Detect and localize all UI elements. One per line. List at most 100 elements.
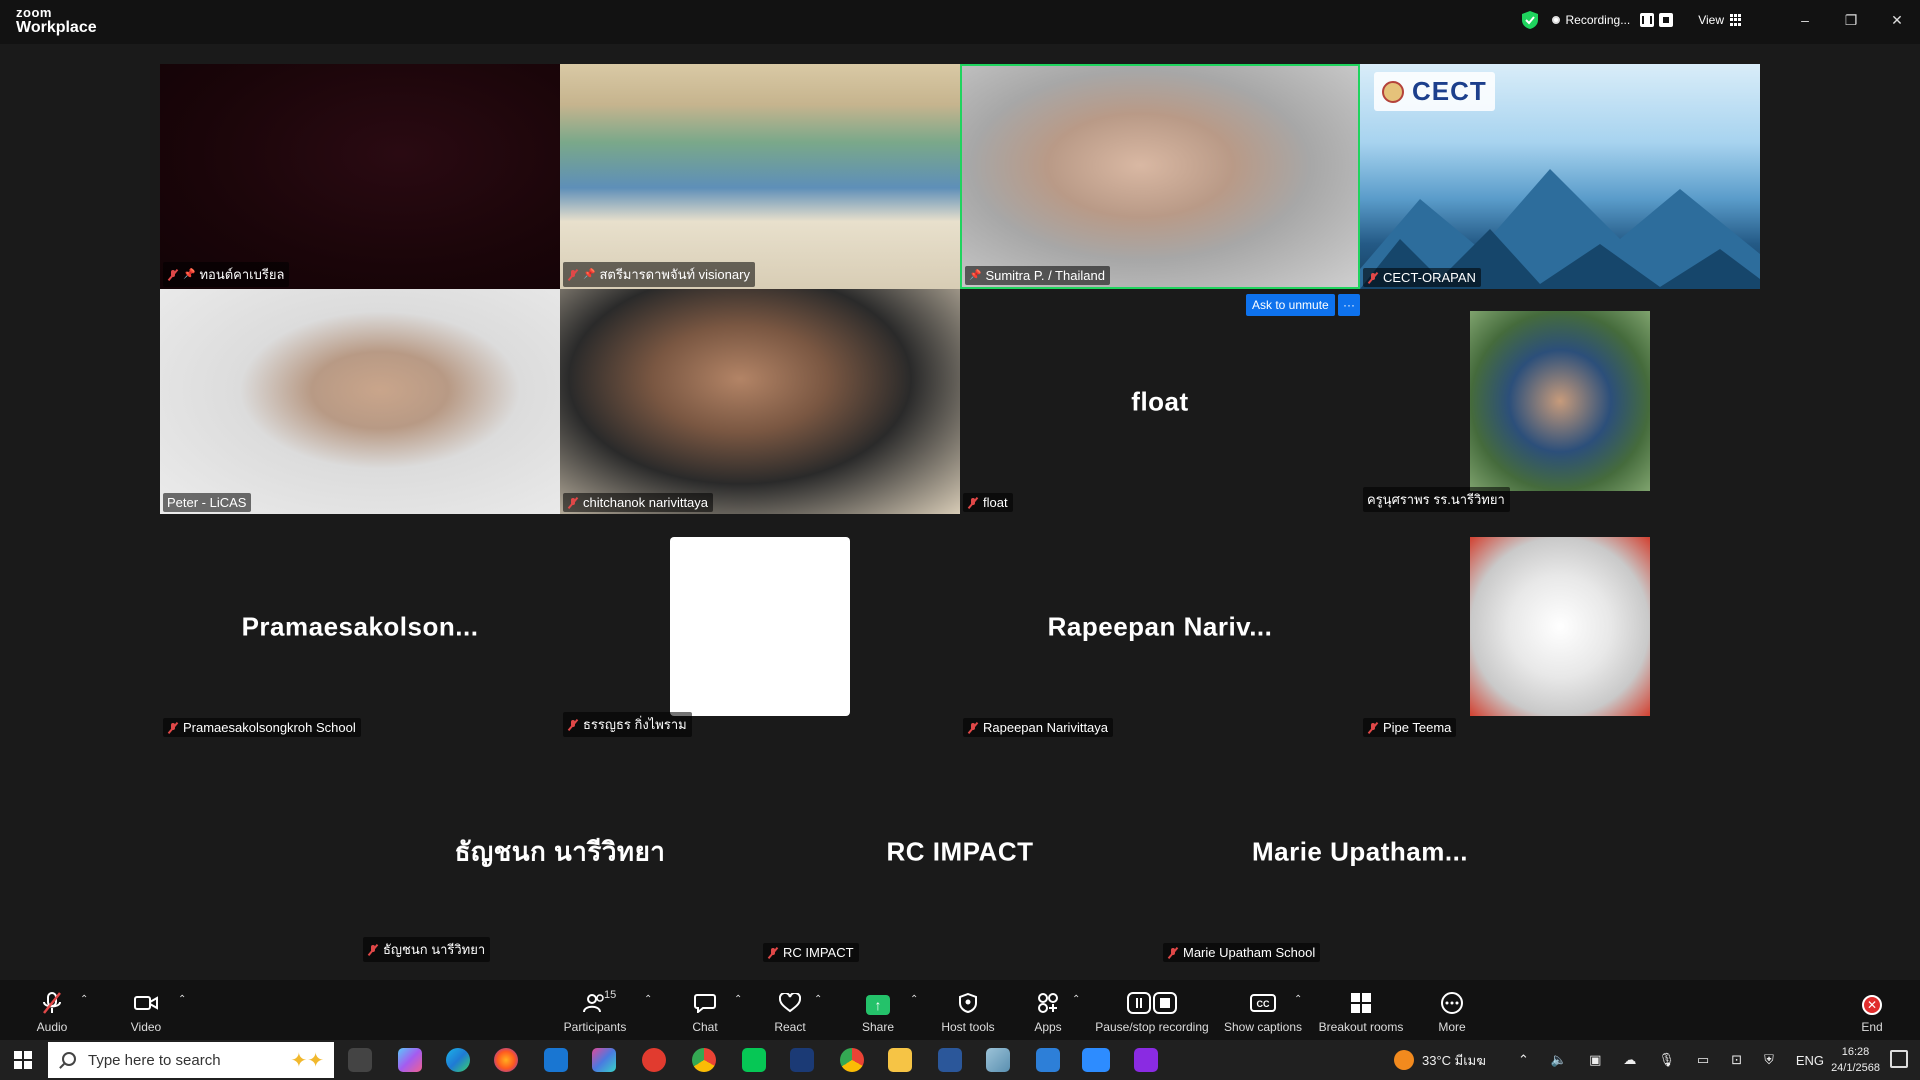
participant-name-label: float xyxy=(963,493,1013,512)
react-button[interactable]: React xyxy=(772,980,808,1040)
participant-display-name: Pramaesakolson... xyxy=(241,611,479,641)
participant-tile[interactable]: Marie Upatham... Marie Upatham School xyxy=(1160,739,1560,964)
participant-name-label: Pipe Teema xyxy=(1363,718,1457,737)
participant-tile[interactable]: ครูนุศราพร รร.นารีวิทยา xyxy=(1360,289,1760,514)
participant-profile-photo xyxy=(1470,311,1650,491)
webex-icon[interactable] xyxy=(790,1048,814,1072)
view-button[interactable]: View xyxy=(1698,13,1724,27)
participant-tile[interactable]: chitchanok narivittaya xyxy=(560,289,960,514)
participants-label: Participants xyxy=(563,1020,627,1034)
audio-options-chevron-icon[interactable]: ⌃ xyxy=(80,994,88,1005)
chat-bubble-icon xyxy=(692,991,718,1015)
participant-display-name: float xyxy=(1131,386,1189,416)
pause-recording-icon[interactable] xyxy=(1640,13,1655,27)
display-icon[interactable]: ▭ xyxy=(1697,1052,1709,1068)
react-options-chevron-icon[interactable]: ⌃ xyxy=(814,994,822,1005)
app-red-icon[interactable] xyxy=(642,1048,666,1072)
windows-start-icon[interactable] xyxy=(14,1051,32,1069)
participant-tile[interactable]: Pramaesakolson... Pramaesakolsongkroh Sc… xyxy=(160,514,560,739)
task-view-icon[interactable] xyxy=(348,1048,372,1072)
edge-browser-icon[interactable] xyxy=(446,1048,470,1072)
participant-name: CECT-ORAPAN xyxy=(1383,270,1476,285)
video-options-chevron-icon[interactable]: ⌃ xyxy=(178,994,186,1005)
firefox-icon[interactable] xyxy=(494,1048,518,1072)
paint-icon[interactable] xyxy=(1036,1048,1060,1072)
participants-button[interactable]: 15 Participants xyxy=(562,980,628,1040)
taskbar-search-box[interactable]: Type here to search ✦✦ xyxy=(48,1042,334,1078)
share-button[interactable]: ↑ Share xyxy=(860,980,896,1040)
more-ellipsis-icon xyxy=(1439,991,1465,1015)
participant-tile[interactable]: ธรรญธร กิ่งไพราม xyxy=(560,514,960,739)
input-language[interactable]: ENG xyxy=(1796,1053,1824,1068)
stop-recording-icon[interactable] xyxy=(1659,13,1674,27)
pause-stop-recording-button[interactable]: Pause/stop recording xyxy=(1094,980,1210,1040)
search-placeholder: Type here to search xyxy=(88,1051,221,1069)
participant-tile[interactable]: Peter - LiCAS xyxy=(160,289,560,514)
participants-icon: 15 xyxy=(582,989,616,1015)
file-explorer-icon[interactable] xyxy=(888,1048,912,1072)
chat-label: Chat xyxy=(692,1020,718,1034)
participant-tile[interactable]: float float xyxy=(960,289,1360,514)
more-button[interactable]: More xyxy=(1434,980,1470,1040)
participant-tile[interactable]: 📌 สตรีมารดาพจันท์ visionary xyxy=(560,64,960,289)
participant-tile[interactable]: Rapeepan Nariv... Rapeepan Narivittaya xyxy=(960,514,1360,739)
pin-icon: 📌 xyxy=(183,269,196,280)
audio-button[interactable]: Audio xyxy=(30,980,74,1040)
line-app-icon[interactable] xyxy=(742,1048,766,1072)
chrome-profile-icon[interactable] xyxy=(840,1048,864,1072)
participant-tile[interactable]: RC IMPACT RC IMPACT xyxy=(760,739,1160,964)
zoom-app-icon[interactable] xyxy=(1082,1048,1110,1072)
microphone-icon[interactable]: 🎙 xyxy=(1658,1052,1675,1068)
weather-widget[interactable]: 33°C มีเมฆ xyxy=(1394,1040,1486,1080)
participant-name-label: ครูนุศราพร รร.นารีวิทยา xyxy=(1363,487,1510,512)
participant-name-label: CECT-ORAPAN xyxy=(1363,268,1481,287)
encryption-shield-icon[interactable] xyxy=(1521,11,1538,29)
chrome-icon[interactable] xyxy=(692,1048,716,1072)
taskbar-clock[interactable]: 16:28 24/1/2568 xyxy=(1831,1044,1880,1076)
captions-options-chevron-icon[interactable]: ⌃ xyxy=(1294,994,1302,1005)
notepad-icon[interactable] xyxy=(986,1048,1010,1072)
show-captions-label: Show captions xyxy=(1223,1020,1303,1034)
participant-display-name: Marie Upatham... xyxy=(1251,836,1469,866)
participant-tile[interactable]: ธัญชนก นารีวิทยา ธัญชนก นารีวิทยา xyxy=(360,739,760,964)
host-tools-button[interactable]: Host tools xyxy=(936,980,1000,1040)
ask-to-unmute-button[interactable]: Ask to unmute xyxy=(1246,294,1335,316)
participant-name: Rapeepan Narivittaya xyxy=(983,720,1109,735)
onedrive-cloud-icon[interactable]: ☁ xyxy=(1623,1052,1636,1068)
participant-tile-active-speaker[interactable]: 📌 Sumitra P. / Thailand xyxy=(960,64,1360,289)
gallery-grid-icon[interactable] xyxy=(1730,14,1742,26)
breakout-rooms-button[interactable]: Breakout rooms xyxy=(1318,980,1404,1040)
end-meeting-button[interactable]: ✕ End xyxy=(1856,980,1888,1040)
speaker-icon[interactable]: 🔈 xyxy=(1551,1052,1567,1068)
network-icon[interactable]: ⊡ xyxy=(1731,1052,1742,1068)
notifications-icon[interactable] xyxy=(1890,1050,1908,1068)
restore-button[interactable]: ❐ xyxy=(1828,12,1874,29)
minimize-button[interactable]: – xyxy=(1782,12,1828,28)
show-captions-button[interactable]: CC Show captions xyxy=(1222,980,1304,1040)
tray-overflow-chevron-icon[interactable]: ⌃ xyxy=(1518,1052,1529,1068)
share-options-chevron-icon[interactable]: ⌃ xyxy=(910,994,918,1005)
close-window-button[interactable]: ✕ xyxy=(1874,12,1920,29)
participant-tile[interactable]: Pipe Teema xyxy=(1360,514,1760,739)
outlook-icon[interactable] xyxy=(544,1048,568,1072)
apps-options-chevron-icon[interactable]: ⌃ xyxy=(1072,994,1080,1005)
participant-tile[interactable]: 📌 ทอนต์คาเบรียล xyxy=(160,64,560,289)
participant-tile[interactable]: CECT CECT-ORAPAN xyxy=(1360,64,1760,289)
share-label: Share xyxy=(861,1020,895,1034)
participants-options-chevron-icon[interactable]: ⌃ xyxy=(644,994,652,1005)
copilot-icon[interactable] xyxy=(398,1048,422,1072)
video-button[interactable]: Video xyxy=(124,980,168,1040)
chat-button[interactable]: Chat xyxy=(688,980,722,1040)
title-bar: zoom Workplace Recording... View – ❐ ✕ xyxy=(0,0,1920,44)
participant-name-label: chitchanok narivittaya xyxy=(563,493,714,512)
word-icon[interactable] xyxy=(938,1048,962,1072)
apps-button[interactable]: Apps xyxy=(1030,980,1066,1040)
chat-options-chevron-icon[interactable]: ⌃ xyxy=(734,994,742,1005)
meet-now-icon[interactable]: ▣ xyxy=(1589,1052,1601,1068)
participant-more-options-button[interactable]: ··· xyxy=(1338,294,1360,316)
security-icon[interactable]: ⛨ xyxy=(1764,1052,1774,1068)
participant-name-label: Peter - LiCAS xyxy=(163,493,252,512)
participant-name-label: Pramaesakolsongkroh School xyxy=(163,718,361,737)
microsoft-365-icon[interactable] xyxy=(592,1048,616,1072)
app-purple-icon[interactable] xyxy=(1134,1048,1158,1072)
